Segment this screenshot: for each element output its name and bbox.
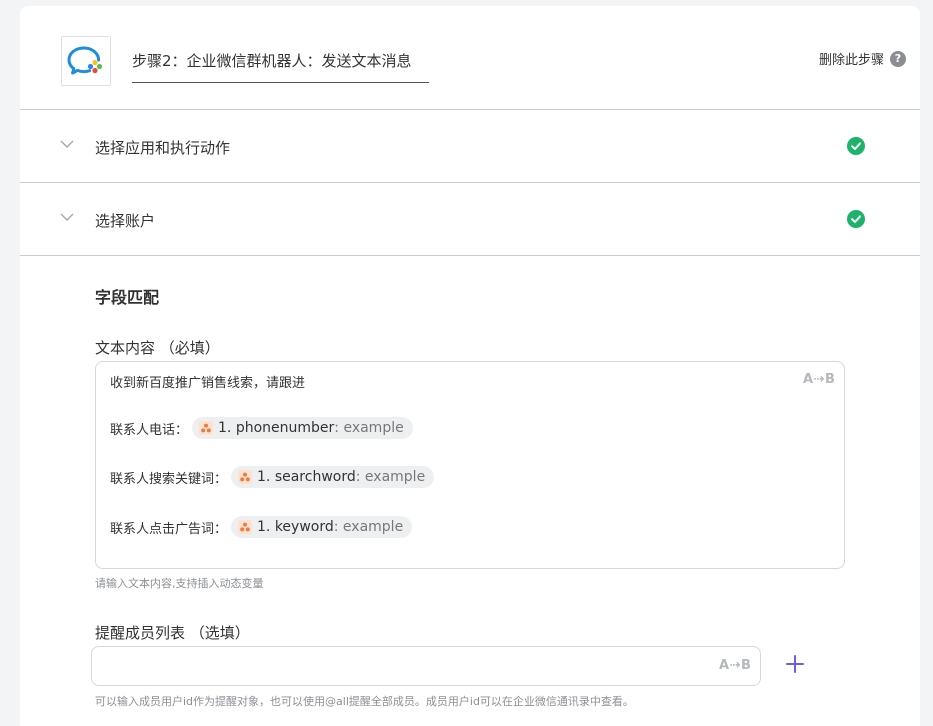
variable-value: : example: [355, 469, 426, 485]
delete-step-label: 删除此步骤: [818, 53, 884, 68]
delete-step-button[interactable]: 删除此步骤 ?: [819, 49, 906, 68]
variable-chip[interactable]: 1. searchword : example: [231, 466, 435, 488]
format-toggle-icon[interactable]: A⇢B: [803, 372, 835, 387]
text-line-prefix: 联系人电话：: [110, 422, 189, 438]
text-line: 联系人点击广告词： 1. keyword : example: [110, 516, 413, 538]
text-line-prefix: 联系人搜索关键词：: [110, 471, 228, 487]
variable-value: : example: [333, 519, 404, 535]
field-mapping-title: 字段匹配: [95, 288, 160, 307]
step-title[interactable]: 步骤2：企业微信群机器人：发送文本消息: [132, 48, 429, 83]
variable-name: 1. keyword: [257, 519, 334, 535]
text-content-input[interactable]: A⇢B 收到新百度推广销售线索，请跟进 联系人电话： 1. phonenumbe…: [95, 361, 845, 569]
check-circle-icon: [847, 210, 865, 228]
members-label: 提醒成员列表 （选填）: [95, 624, 250, 642]
help-icon[interactable]: ?: [890, 50, 906, 67]
text-line: 收到新百度推广销售线索，请跟进: [110, 372, 305, 391]
plus-icon[interactable]: [785, 654, 805, 674]
source-app-icon: [238, 520, 253, 534]
variable-chip[interactable]: 1. phonenumber : example: [192, 417, 413, 439]
members-input[interactable]: A⇢B: [91, 646, 761, 686]
variable-value: : example: [334, 420, 404, 436]
chevron-down-icon[interactable]: [60, 140, 74, 149]
source-app-icon: [199, 421, 214, 435]
source-app-icon: [238, 470, 253, 484]
section-select-app-action[interactable]: 选择应用和执行动作: [20, 110, 920, 183]
members-hint: 可以输入成员用户id作为提醒对象，也可以使用@all提醒全部成员。成员用户id可…: [95, 695, 634, 708]
variable-name: 1. phonenumber: [218, 420, 335, 436]
step-header: 步骤2：企业微信群机器人：发送文本消息 删除此步骤 ?: [20, 6, 920, 110]
text-content-label: 文本内容 （必填）: [95, 339, 220, 357]
step-card: 步骤2：企业微信群机器人：发送文本消息 删除此步骤 ? 选择应用和执行动作 选择…: [20, 6, 920, 726]
check-circle-icon: [847, 137, 865, 155]
variable-chip[interactable]: 1. keyword : example: [231, 516, 413, 538]
text-line: 联系人电话： 1. phonenumber : example: [110, 417, 413, 439]
section-select-account[interactable]: 选择账户: [20, 183, 920, 256]
chevron-down-icon[interactable]: [60, 213, 74, 222]
text-line: 联系人搜索关键词： 1. searchword : example: [110, 466, 435, 488]
section-label: 选择账户: [95, 212, 156, 230]
variable-name: 1. searchword: [257, 469, 356, 485]
text-content-hint: 请输入文本内容,支持插入动态变量: [95, 577, 264, 590]
text-line-content: 收到新百度推广销售线索，请跟进: [110, 376, 306, 391]
section-label: 选择应用和执行动作: [95, 139, 231, 157]
text-line-prefix: 联系人点击广告词：: [110, 521, 228, 537]
wecom-bot-icon: [61, 36, 111, 86]
format-toggle-icon[interactable]: A⇢B: [719, 658, 751, 673]
